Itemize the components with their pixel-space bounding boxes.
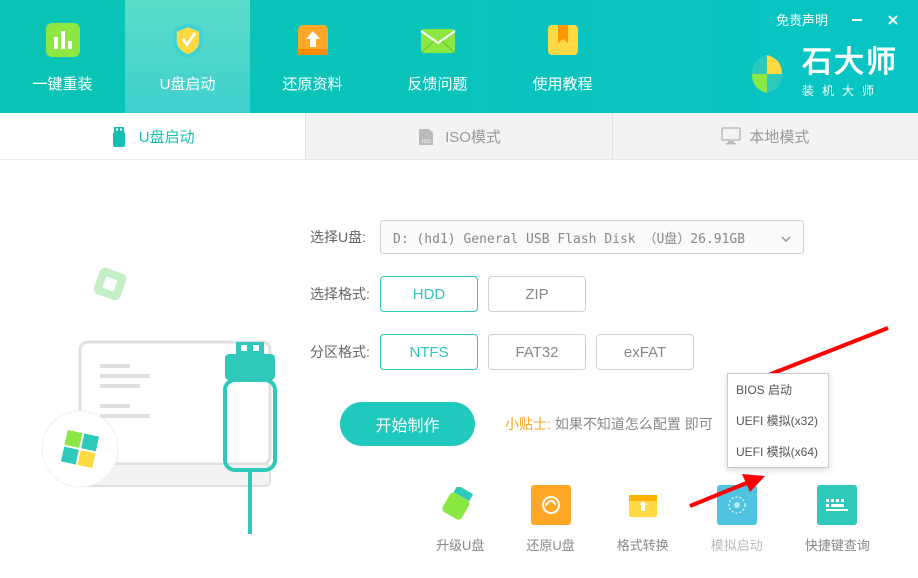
- logo-icon: [744, 51, 790, 97]
- logo-subtitle: 装机大师: [802, 82, 898, 99]
- partition-ntfs-button[interactable]: NTFS: [380, 334, 478, 370]
- menu-item-bios[interactable]: BIOS 启动: [728, 374, 828, 405]
- titlebar: 免责声明: [776, 10, 900, 29]
- usb-select-value: D: (hd1) General USB Flash Disk （U盘）26.9…: [393, 228, 745, 247]
- format-zip-button[interactable]: ZIP: [488, 276, 586, 312]
- boot-mode-menu: BIOS 启动 UEFI 模拟(x32) UEFI 模拟(x64): [727, 373, 829, 468]
- chevron-down-icon: [781, 229, 791, 245]
- partition-fat32-button[interactable]: FAT32: [488, 334, 586, 370]
- tool-label: 升级U盘: [436, 535, 484, 554]
- restore-usb-icon: [531, 485, 571, 525]
- logo-title: 石大师: [802, 48, 898, 78]
- format-hdd-button[interactable]: HDD: [380, 276, 478, 312]
- tab-local-mode[interactable]: 本地模式: [613, 113, 918, 159]
- tab-iso-mode[interactable]: ISO ISO模式: [306, 113, 612, 159]
- keyboard-icon: [817, 485, 857, 525]
- monitor-icon: [721, 127, 739, 145]
- svg-text:ISO: ISO: [422, 139, 431, 145]
- tip-label: 小贴士:: [505, 414, 551, 434]
- format-convert-icon: [623, 485, 663, 525]
- close-button[interactable]: [886, 13, 900, 27]
- tool-label: 还原U盘: [526, 535, 574, 554]
- tool-label: 格式转换: [617, 535, 669, 554]
- nav-reinstall[interactable]: 一键重装: [0, 0, 125, 113]
- tool-hotkey-query[interactable]: 快捷键查询: [805, 485, 870, 554]
- tool-restore-usb[interactable]: 还原U盘: [526, 485, 574, 554]
- tab-label: 本地模式: [749, 126, 809, 147]
- nav-restore[interactable]: 还原资料: [250, 0, 375, 113]
- usb-illustration: [0, 190, 310, 578]
- mode-tabs: U盘启动 ISO ISO模式 本地模式: [0, 113, 918, 160]
- nav-label: 一键重装: [32, 73, 92, 94]
- usb-select[interactable]: D: (hd1) General USB Flash Disk （U盘）26.9…: [380, 220, 804, 254]
- format-label: 选择格式:: [310, 284, 380, 304]
- tip-text: 如果不知道怎么配置 即可: [555, 414, 713, 434]
- bookmark-icon: [542, 19, 584, 61]
- logo: 石大师 装机大师: [744, 48, 898, 99]
- envelope-icon: [417, 19, 459, 61]
- tab-label: U盘启动: [139, 126, 195, 147]
- usb-shield-icon: [167, 19, 209, 61]
- nav-label: 还原资料: [282, 73, 342, 94]
- tool-format-convert[interactable]: 格式转换: [617, 485, 669, 554]
- minimize-button[interactable]: [850, 13, 864, 27]
- start-create-button[interactable]: 开始制作: [340, 402, 475, 446]
- nav-label: 使用教程: [532, 73, 592, 94]
- usb-icon: [111, 127, 129, 145]
- menu-item-uefi-x32[interactable]: UEFI 模拟(x32): [728, 405, 828, 436]
- disclaimer-link[interactable]: 免责声明: [776, 10, 828, 29]
- partition-exfat-button[interactable]: exFAT: [596, 334, 694, 370]
- menu-item-uefi-x64[interactable]: UEFI 模拟(x64): [728, 436, 828, 467]
- upload-icon: [292, 19, 334, 61]
- nav-feedback[interactable]: 反馈问题: [375, 0, 500, 113]
- upgrade-usb-icon: [440, 485, 480, 525]
- tool-label: 模拟启动: [711, 535, 763, 554]
- bottom-toolbar: 升级U盘 还原U盘 格式转换 模拟启动 快捷键查询: [436, 485, 870, 554]
- iso-icon: ISO: [417, 127, 435, 145]
- nav-tutorial[interactable]: 使用教程: [500, 0, 625, 113]
- usb-select-label: 选择U盘:: [310, 227, 380, 247]
- simulate-boot-icon: [717, 485, 757, 525]
- tool-simulate-boot[interactable]: 模拟启动: [711, 485, 763, 554]
- tool-upgrade-usb[interactable]: 升级U盘: [436, 485, 484, 554]
- nav-label: 反馈问题: [407, 73, 467, 94]
- tab-usb-boot[interactable]: U盘启动: [0, 113, 306, 159]
- partition-label: 分区格式:: [310, 342, 380, 362]
- nav-usb-boot[interactable]: U盘启动: [125, 0, 250, 113]
- bar-chart-icon: [42, 19, 84, 61]
- tool-label: 快捷键查询: [805, 535, 870, 554]
- nav-label: U盘启动: [160, 73, 216, 94]
- app-header: 免责声明 一键重装 U盘启动 还原资料 反馈问题: [0, 0, 918, 113]
- tab-label: ISO模式: [445, 126, 501, 147]
